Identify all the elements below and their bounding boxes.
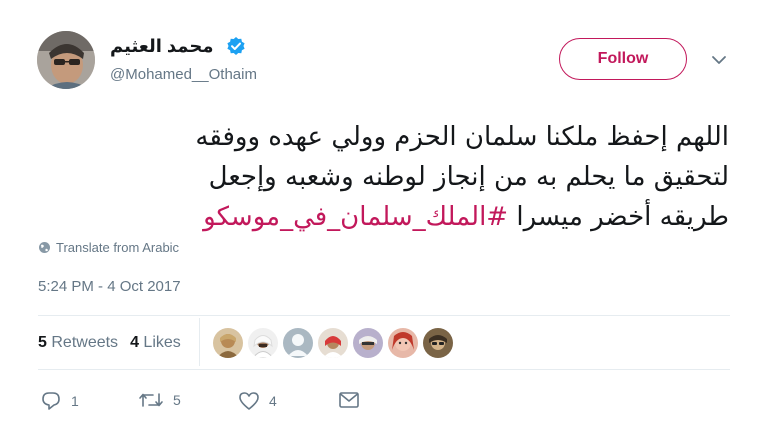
liker-avatars <box>213 328 453 358</box>
user-avatar[interactable] <box>37 31 95 89</box>
hashtag-link[interactable]: #الملك_سلمان_في_موسكو <box>203 202 508 232</box>
tweet-line-2: لتحقيق ما يحلم به من إنجاز لوطنه وشعبه و… <box>208 162 729 192</box>
reply-action[interactable]: 1 <box>40 391 79 411</box>
likes-stat[interactable]: 4 Likes <box>130 334 181 352</box>
liker-avatar-7-icon[interactable] <box>423 328 453 358</box>
retweets-label: Retweets <box>51 334 119 351</box>
liker-avatar-2-icon[interactable] <box>248 328 278 358</box>
translate-label: Translate from Arabic <box>56 240 180 255</box>
heart-icon <box>239 392 259 410</box>
divider <box>38 315 730 316</box>
liker-avatar-4-icon[interactable] <box>318 328 348 358</box>
translate-link[interactable]: Translate from Arabic <box>38 240 179 255</box>
direct-message-action[interactable] <box>338 391 360 409</box>
tweet-text: اللهم إحفظ ملكنا سلمان الحزم وولي عهده و… <box>29 117 729 237</box>
verified-badge-icon <box>227 37 245 55</box>
likes-label: Likes <box>143 334 181 351</box>
like-count: 4 <box>269 393 277 409</box>
tweet-timestamp[interactable]: 5:24 PM - 4 Oct 2017 <box>38 278 181 295</box>
follow-button[interactable]: Follow <box>559 38 687 80</box>
like-action[interactable]: 4 <box>238 391 277 411</box>
retweet-icon <box>139 393 163 407</box>
divider <box>38 369 730 370</box>
stats-separator <box>199 318 200 366</box>
envelope-icon <box>339 392 359 408</box>
liker-avatar-6-icon[interactable] <box>388 328 418 358</box>
reply-count: 1 <box>71 393 79 409</box>
liker-avatar-default-icon[interactable] <box>283 328 313 358</box>
tweet-line-3-text: طريقه أخضر ميسرا <box>508 202 729 232</box>
reply-icon <box>42 392 60 410</box>
likes-count: 4 <box>130 334 139 351</box>
tweet-stats: 5 Retweets 4 Likes <box>38 334 181 352</box>
retweet-action[interactable]: 5 <box>138 391 181 409</box>
display-name[interactable]: محمد العثيم <box>110 36 213 57</box>
liker-avatar-5-icon[interactable] <box>353 328 383 358</box>
user-avatar-photo-icon <box>37 31 95 89</box>
tweet-line-3: طريقه أخضر ميسرا #الملك_سلمان_في_موسكو <box>29 197 729 237</box>
retweet-count: 5 <box>173 392 181 408</box>
tweet-line-1: اللهم إحفظ ملكنا سلمان الحزم وولي عهده و… <box>195 122 729 152</box>
retweets-count: 5 <box>38 334 47 351</box>
retweets-stat[interactable]: 5 Retweets <box>38 334 118 352</box>
user-handle[interactable]: @Mohamed__Othaim <box>110 66 257 83</box>
chevron-down-icon[interactable] <box>711 54 727 66</box>
liker-avatar-1-icon[interactable] <box>213 328 243 358</box>
globe-icon <box>39 242 50 253</box>
